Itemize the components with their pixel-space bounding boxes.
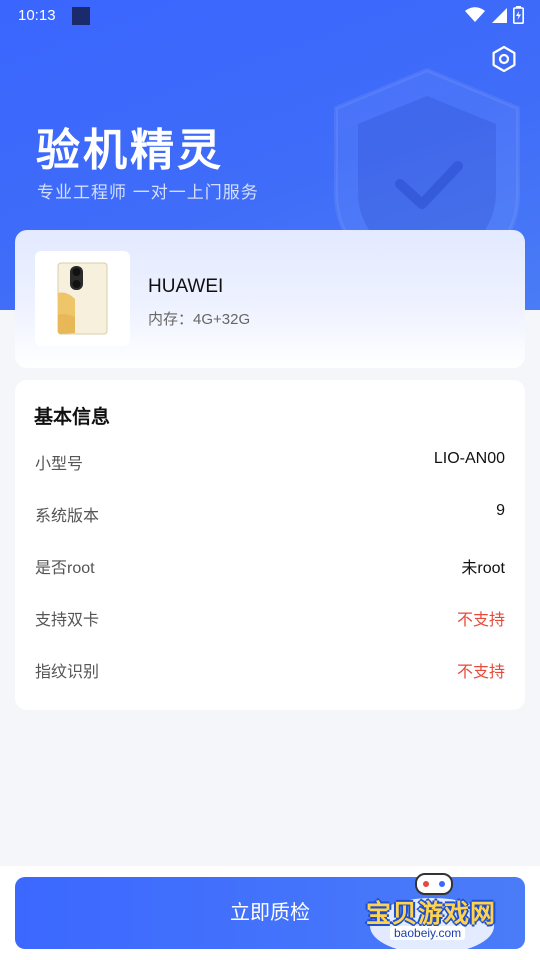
info-value: 未root <box>461 560 505 577</box>
info-label: 小型号 <box>35 456 84 473</box>
info-label: 支持双卡 <box>35 612 100 629</box>
info-value: 9 <box>496 502 505 519</box>
device-brand: HUAWEI <box>148 276 224 297</box>
status-bar: 10:13 <box>0 0 540 32</box>
info-label: 是否root <box>35 560 95 577</box>
section-title: 基本信息 <box>34 407 111 428</box>
wifi-icon <box>465 7 485 22</box>
watermark-text: 宝贝游戏网 <box>366 900 497 928</box>
info-label: 指纹识别 <box>35 664 100 681</box>
app-title: 验机精灵 <box>36 126 224 175</box>
basic-info-card: 基本信息 小型号 LIO-AN00 系统版本 9 是否root 未root 支持… <box>15 380 525 710</box>
notification-icon <box>72 7 90 25</box>
info-row-fingerprint: 指纹识别 不支持 <box>35 658 505 682</box>
info-value: 不支持 <box>456 664 505 681</box>
info-row-root: 是否root 未root <box>35 554 505 578</box>
signal-icon <box>492 8 507 23</box>
settings-icon[interactable] <box>490 45 518 73</box>
info-value: LIO-AN00 <box>433 450 505 467</box>
status-time: 10:13 <box>18 7 56 24</box>
info-label: 系统版本 <box>35 508 100 525</box>
status-icons <box>465 6 524 24</box>
app-subtitle: 专业工程师 一对一上门服务 <box>37 183 259 202</box>
phone-icon <box>57 262 108 335</box>
watermark-logo: 宝贝游戏网 baobeiy.com <box>360 868 510 958</box>
info-row-dual-sim: 支持双卡 不支持 <box>35 606 505 630</box>
info-value: 不支持 <box>456 612 505 629</box>
device-memory: 内存：4G+32G <box>148 311 251 328</box>
info-row-system-version: 系统版本 9 <box>35 502 505 526</box>
battery-icon <box>513 6 524 24</box>
info-row-model: 小型号 LIO-AN00 <box>35 450 505 474</box>
watermark-url: baobeiy.com <box>390 926 466 940</box>
phone-image <box>35 251 130 346</box>
device-card: HUAWEI 内存：4G+32G <box>15 230 525 368</box>
